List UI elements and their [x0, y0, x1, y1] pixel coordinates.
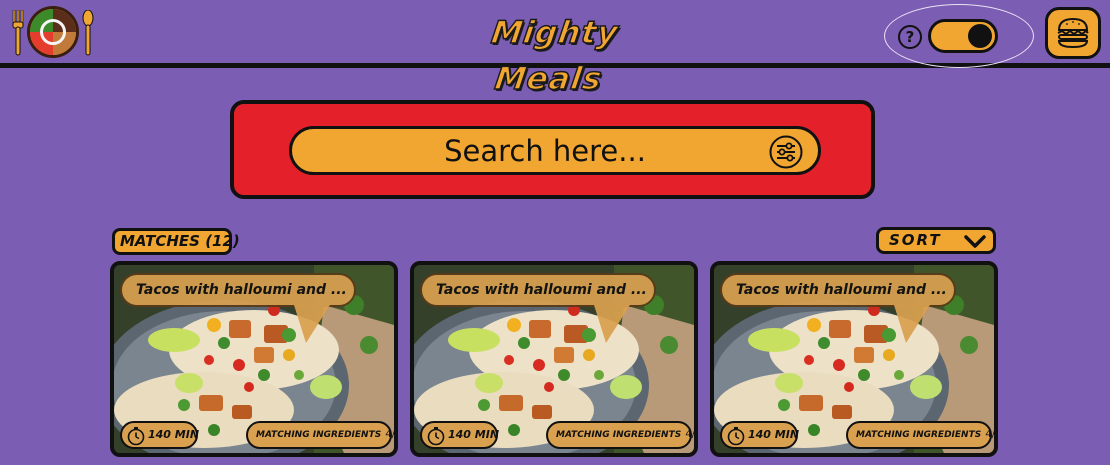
- cook-time-badge: 140 MIN: [420, 421, 500, 449]
- burger-menu-button[interactable]: [1045, 7, 1101, 59]
- cook-time: 140 MIN: [748, 428, 800, 441]
- matching-ingredients-label: MATCHING INGREDIENTS: [256, 430, 382, 440]
- stopwatch-icon: [427, 427, 445, 446]
- recipe-title: Tacos with halloumi and ...: [420, 273, 656, 307]
- recipe-card[interactable]: Tacos with halloumi and ... 140 MIN MATC…: [710, 261, 998, 457]
- matches-label: MATCHES: [120, 232, 200, 250]
- search-panel: [230, 100, 875, 199]
- recipe-card[interactable]: Tacos with halloumi and ... 140 MIN MATC…: [410, 261, 698, 457]
- matching-ingredients-count: 4/5: [385, 429, 395, 440]
- fork-icon: [12, 10, 24, 56]
- cook-time-badge: 140 MIN: [120, 421, 200, 449]
- recipe-card[interactable]: Tacos with halloumi and ... 140 MIN MATC…: [110, 261, 398, 457]
- matching-ingredients-label: MATCHING INGREDIENTS: [556, 430, 682, 440]
- search-box: [289, 126, 821, 175]
- matches-count-badge: MATCHES (12): [112, 228, 240, 255]
- matching-ingredients-badge: MATCHING INGREDIENTS4/5: [246, 421, 394, 449]
- spoon-icon: [82, 10, 94, 56]
- speech-bubble-tail: [294, 305, 330, 343]
- app-header: Mighty Meals ?: [0, 0, 1110, 98]
- sort-dropdown[interactable]: SORT: [876, 227, 996, 254]
- help-icon[interactable]: ?: [898, 25, 922, 49]
- theme-toggle[interactable]: [928, 19, 998, 53]
- theme-toggle-area: ?: [884, 4, 1034, 68]
- toggle-knob: [968, 24, 992, 48]
- matching-ingredients-count: 4/5: [985, 429, 995, 440]
- stopwatch-icon: [127, 427, 145, 446]
- cook-time: 140 MIN: [448, 428, 500, 441]
- recipe-title: Tacos with halloumi and ...: [720, 273, 956, 307]
- matching-ingredients-badge: MATCHING INGREDIENTS4/5: [846, 421, 994, 449]
- logo[interactable]: [10, 6, 96, 60]
- plate-logo-icon: [27, 6, 79, 58]
- cook-time: 140 MIN: [148, 428, 200, 441]
- chevron-down-icon: [964, 235, 986, 248]
- burger-menu-icon: [1057, 17, 1089, 49]
- cook-time-badge: 140 MIN: [720, 421, 800, 449]
- recipe-title: Tacos with halloumi and ...: [120, 273, 356, 307]
- matches-count: (12): [205, 232, 240, 250]
- brand-title: Mighty Meals: [488, 14, 621, 98]
- matching-ingredients-label: MATCHING INGREDIENTS: [856, 430, 982, 440]
- sort-label: SORT: [889, 231, 942, 249]
- filter-sliders-icon[interactable]: [769, 135, 803, 169]
- search-input[interactable]: [292, 129, 818, 172]
- matching-ingredients-count: 4/5: [685, 429, 695, 440]
- stopwatch-icon: [727, 427, 745, 446]
- speech-bubble-tail: [894, 305, 930, 343]
- matching-ingredients-badge: MATCHING INGREDIENTS4/5: [546, 421, 694, 449]
- speech-bubble-tail: [594, 305, 630, 343]
